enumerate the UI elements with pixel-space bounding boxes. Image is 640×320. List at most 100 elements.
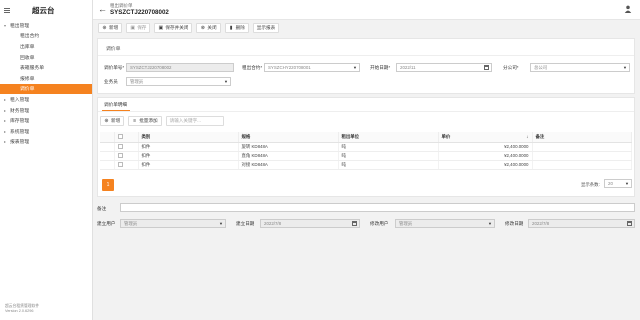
modified-date-field: 2022/7/8 bbox=[528, 219, 635, 228]
toolbar: ⊕ 新增 ▣ 保存 ▣ 保存并关闭 ⊗ 关闭 ▮ 删除 显示报表 bbox=[93, 20, 640, 36]
close-button[interactable]: ⊗ 关闭 bbox=[196, 23, 221, 33]
sidebar-item[interactable]: ▸ 系统管理 bbox=[0, 126, 92, 137]
back-arrow-icon[interactable]: ← bbox=[98, 4, 108, 14]
checkbox[interactable] bbox=[117, 143, 123, 149]
table-header-row: 类别 规格 租出单位 单价 ↓ 备注 bbox=[100, 132, 632, 143]
new-button[interactable]: ⊕ 新增 bbox=[98, 23, 123, 33]
created-date-field: 2022/7/8 bbox=[260, 219, 360, 228]
spec-cell: 旋转 KD848A bbox=[238, 142, 339, 152]
sidebar-item[interactable]: 调价单 bbox=[0, 83, 92, 95]
page-size-select[interactable]: 20 ▼ bbox=[604, 179, 632, 188]
sidebar-footer: 超云台租赁管理软件 Version 2.0.6296 bbox=[5, 304, 39, 314]
delete-button[interactable]: ▮ 删除 bbox=[224, 23, 249, 33]
sidebar-item[interactable]: 表箱服务单 bbox=[0, 62, 92, 73]
category-header: 类别 bbox=[138, 132, 239, 143]
page-title: SYSZCTJ220708002 bbox=[110, 9, 169, 16]
sidebar-item[interactable]: ▸ 报表管理 bbox=[0, 137, 92, 148]
list-add-icon: ≡ bbox=[133, 117, 137, 124]
search-input[interactable]: 请输入关键字... bbox=[165, 116, 224, 126]
sidebar-item[interactable]: ▸ 财务管理 bbox=[0, 105, 92, 116]
price-cell: ¥2,400.0000 bbox=[438, 160, 533, 170]
table-row[interactable]: 扣件 对接 KD848A 吨 ¥2,400.0000 bbox=[100, 160, 632, 170]
note-cell bbox=[532, 160, 632, 170]
chevron-down-icon: ▼ bbox=[353, 65, 357, 70]
created-by-label: 建立用户 bbox=[97, 221, 116, 226]
save-close-button[interactable]: ▣ 保存并关闭 bbox=[154, 23, 193, 33]
trash-icon: ▮ bbox=[229, 24, 233, 31]
spec-cell: 对接 KD848A bbox=[238, 160, 339, 170]
sidebar-item[interactable]: 报修单 bbox=[0, 73, 92, 84]
row-number-header bbox=[100, 132, 115, 143]
checkbox[interactable] bbox=[117, 152, 123, 158]
grid-toolbar: ⊕ 新增 ≡ 批量添加 请输入关键字... bbox=[100, 116, 224, 126]
user-icon[interactable] bbox=[624, 5, 632, 13]
row-number-cell bbox=[100, 151, 115, 161]
checkbox[interactable] bbox=[117, 161, 123, 167]
sidebar-item[interactable]: 回收单 bbox=[0, 52, 92, 63]
chevron-down-icon: ▼ bbox=[224, 79, 228, 84]
sidebar-item-label: 租出合约 bbox=[20, 34, 40, 40]
sidebar-item-label: 回收单 bbox=[20, 55, 35, 61]
note-field[interactable] bbox=[120, 203, 635, 212]
sidebar-item[interactable]: ▸ 租入管理 bbox=[0, 94, 92, 105]
brand-bar: 超云台 bbox=[0, 0, 92, 20]
modified-date-label: 修改日期 bbox=[505, 221, 524, 226]
row-number-cell bbox=[100, 160, 115, 170]
unit-cell: 吨 bbox=[338, 142, 439, 152]
table-row[interactable]: 扣件 旋转 KD848A 吨 ¥2,400.0000 bbox=[100, 142, 632, 152]
sidebar-item-label: 表箱服务单 bbox=[20, 66, 44, 72]
app-title: 超云台 bbox=[32, 5, 55, 15]
sidebar-nav: ▾ 租出管理租出合约 出库单回收单表箱服务单 报修单调价单 ▸ 租入管理 ▸ 财务管理 ▸ 库存管… bbox=[0, 20, 92, 147]
contract-label: 租出合约* bbox=[242, 65, 263, 70]
show-report-button[interactable]: 显示报表 bbox=[252, 23, 280, 33]
branch-select[interactable]: 总公司 ▼ bbox=[530, 63, 630, 72]
row-number-cell bbox=[100, 142, 115, 152]
sidebar-item-label: 库存管理 bbox=[10, 119, 30, 125]
calendar-icon[interactable] bbox=[484, 65, 489, 70]
sidebar: 超云台 ▾ 租出管理租出合约 出库单回收单表箱服务单 报修单调价单 ▸ 租入管理 ▸ 财务管理… bbox=[0, 0, 93, 320]
note-label: 备注 bbox=[97, 206, 107, 211]
sidebar-item-label: 调价单 bbox=[20, 87, 35, 93]
table-row[interactable]: 扣件 直角 KD848A 吨 ¥2,400.0000 bbox=[100, 151, 632, 161]
save-icon: ▣ bbox=[158, 24, 164, 31]
plus-icon: ⊕ bbox=[104, 117, 109, 124]
chevron-down-icon: ▼ bbox=[623, 65, 627, 70]
page-1-button[interactable]: 1 bbox=[102, 179, 114, 191]
sidebar-item[interactable]: ▾ 租出管理 bbox=[0, 20, 92, 31]
tab-detail[interactable]: 调价单明细 bbox=[104, 102, 127, 108]
sidebar-item[interactable]: 出库单 bbox=[0, 41, 92, 52]
salesman-select[interactable]: 管理员 ▼ bbox=[126, 77, 231, 86]
row-checkbox-cell[interactable] bbox=[114, 151, 139, 161]
branch-label: 分公司* bbox=[503, 65, 519, 70]
category-cell: 扣件 bbox=[138, 160, 239, 170]
spec-cell: 直角 KD848A bbox=[238, 151, 339, 161]
section-title: 调价单 bbox=[106, 47, 121, 52]
save-button[interactable]: ▣ 保存 bbox=[126, 23, 151, 33]
created-date-label: 建立日期 bbox=[236, 221, 255, 226]
start-date-field[interactable]: 2022/11 bbox=[396, 63, 492, 72]
select-all-header[interactable] bbox=[114, 132, 139, 143]
price-cell: ¥2,400.0000 bbox=[438, 142, 533, 152]
sidebar-item-label: 租入管理 bbox=[10, 97, 30, 103]
price-header[interactable]: 单价 ↓ bbox=[438, 132, 533, 143]
category-cell: 扣件 bbox=[138, 151, 239, 161]
batch-add-button[interactable]: ≡ 批量添加 bbox=[128, 116, 162, 126]
detail-panel: 调价单明细 ⊕ 新增 ≡ 批量添加 请输入关键字... 类别 规格 租出单位 单价 ↓… bbox=[97, 97, 635, 197]
detail-table: 类别 规格 租出单位 单价 ↓ 备注 扣件 旋转 KD848A 吨 ¥2,400.000… bbox=[100, 132, 632, 170]
calendar-icon bbox=[627, 221, 632, 226]
menu-icon[interactable] bbox=[4, 7, 10, 14]
sidebar-item[interactable]: 租出合约 bbox=[0, 31, 92, 42]
row-checkbox-cell[interactable] bbox=[114, 160, 139, 170]
contract-select[interactable]: SYSZCHY220708001 ▼ bbox=[264, 63, 360, 72]
page-size-label: 显示条数: bbox=[581, 182, 600, 187]
sidebar-item[interactable]: ▸ 库存管理 bbox=[0, 115, 92, 126]
grid-new-button[interactable]: ⊕ 新增 bbox=[100, 116, 125, 126]
row-checkbox-cell[interactable] bbox=[114, 142, 139, 152]
sort-arrow-icon[interactable]: ↓ bbox=[526, 134, 531, 139]
version-text: Version 2.0.6296 bbox=[5, 309, 34, 313]
checkbox[interactable] bbox=[117, 133, 123, 139]
sidebar-item-label: 财务管理 bbox=[10, 108, 30, 114]
spec-header: 规格 bbox=[238, 132, 339, 143]
created-by-field: 管理员 ▼ bbox=[120, 219, 226, 228]
unit-cell: 吨 bbox=[338, 151, 439, 161]
